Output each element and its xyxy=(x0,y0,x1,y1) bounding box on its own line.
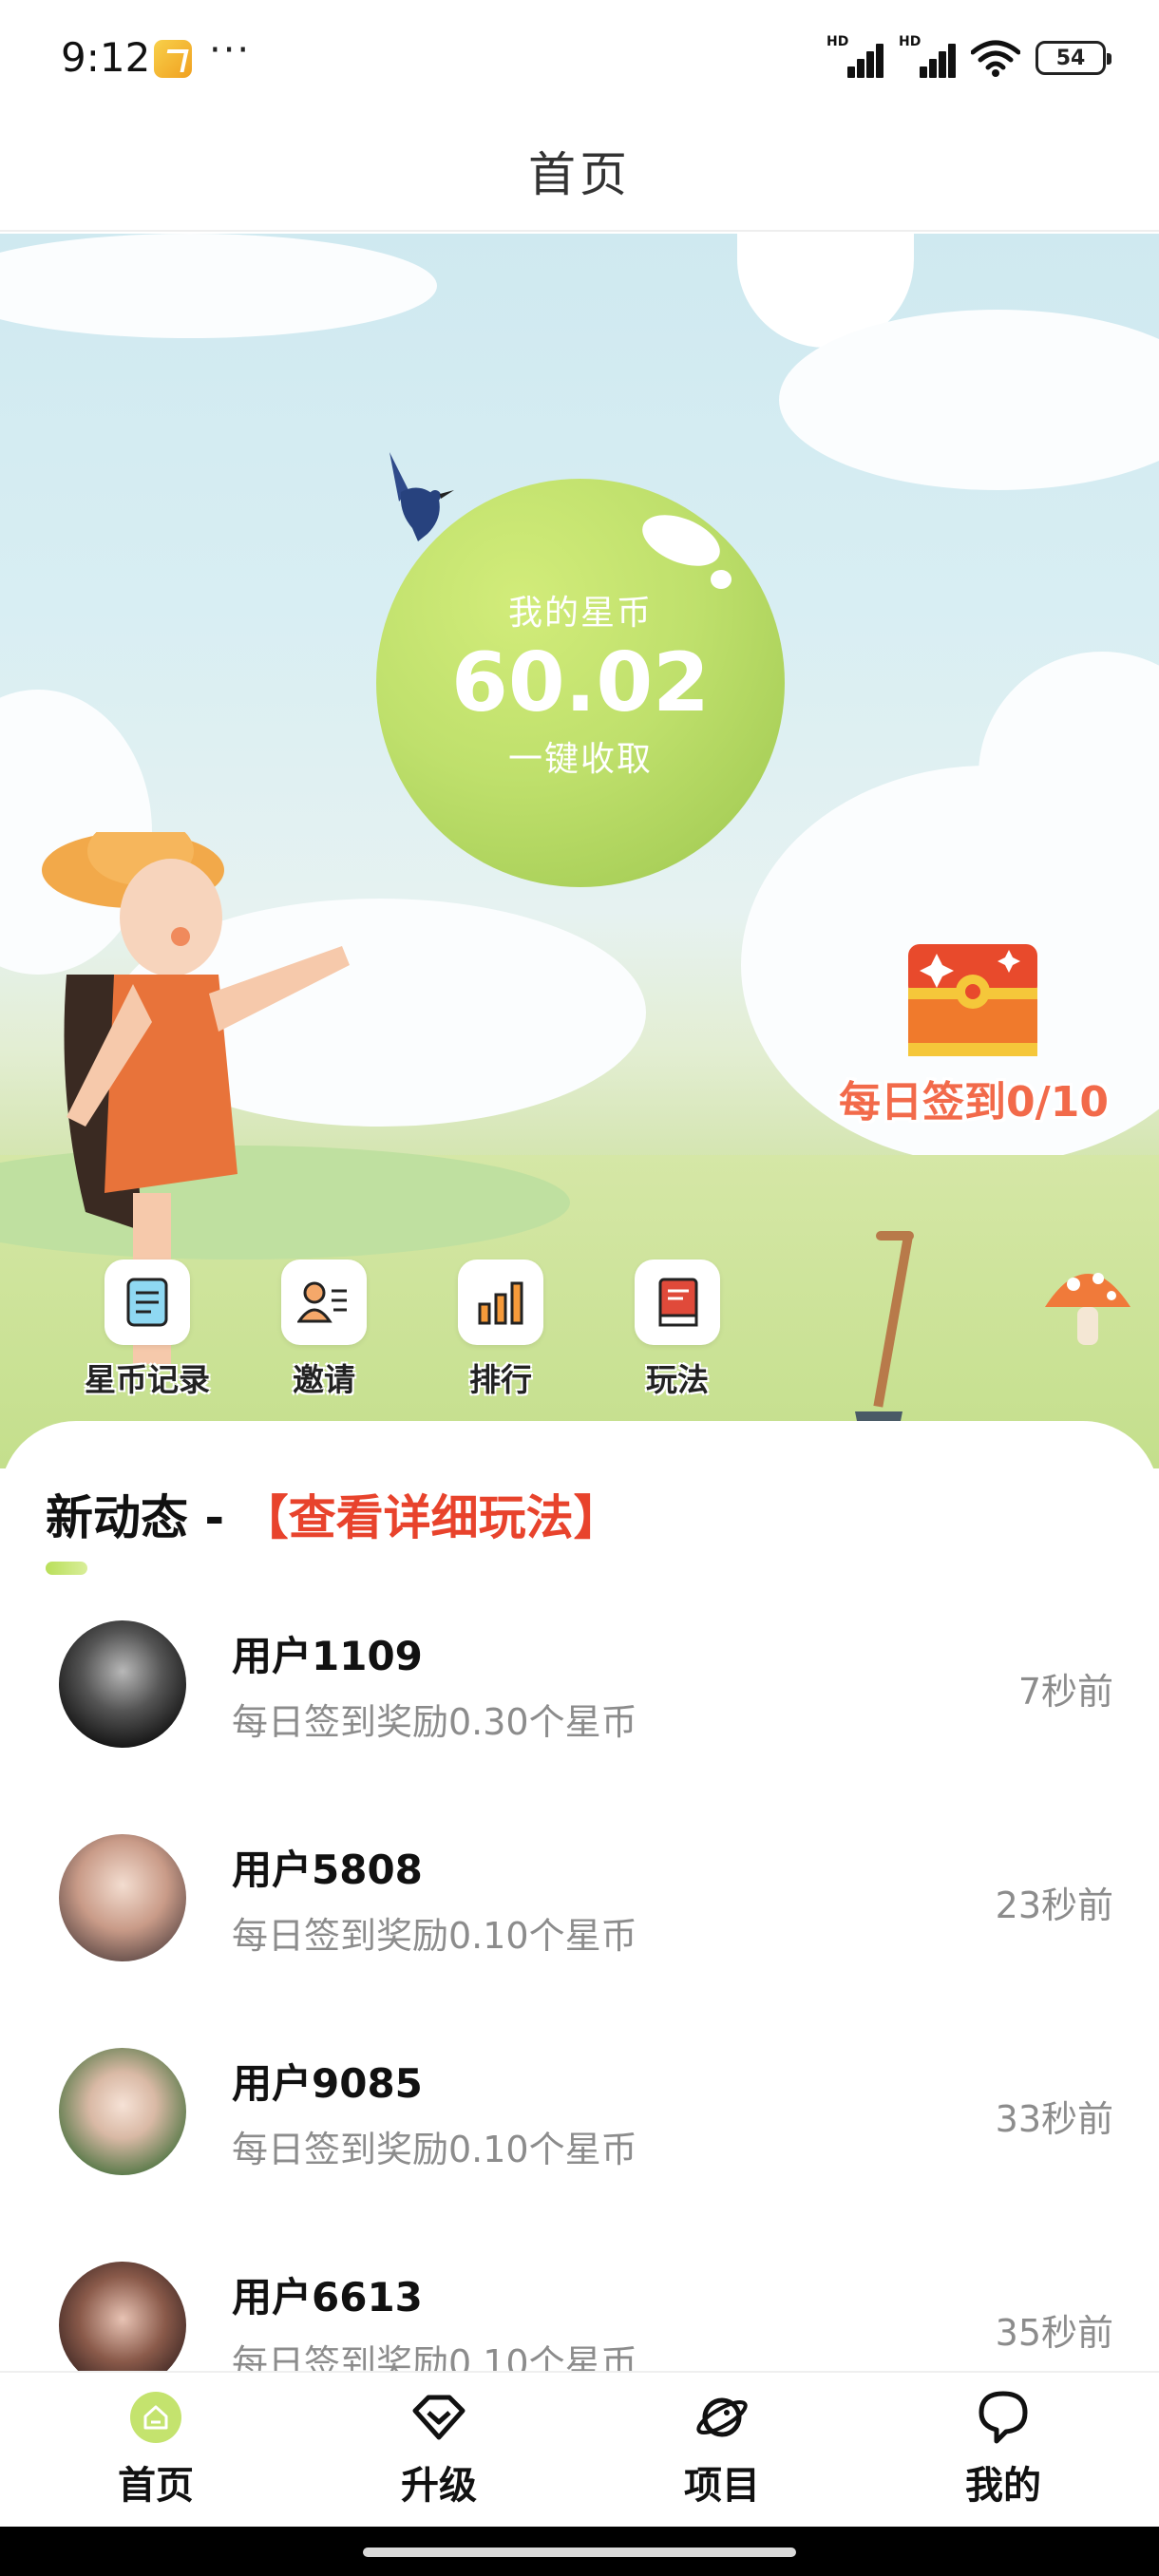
signal-hd-label-2: HD xyxy=(899,34,922,49)
quick-menu-label: 排行 xyxy=(469,1361,532,1398)
book-icon xyxy=(635,1260,720,1345)
planet-icon xyxy=(694,2390,750,2445)
tab-label: 我的 xyxy=(965,2464,1041,2508)
feed-timestamp: 35秒前 xyxy=(995,2312,1113,2354)
user-card-icon xyxy=(281,1260,367,1345)
tab-projects[interactable]: 项目 xyxy=(627,2390,817,2523)
tab-label: 升级 xyxy=(401,2464,477,2508)
feed-title: 新动态 - xyxy=(46,1490,241,1545)
tab-label: 项目 xyxy=(684,2464,760,2508)
diamond-icon xyxy=(411,2390,466,2445)
avatar xyxy=(59,1834,186,1961)
feed-timestamp: 33秒前 xyxy=(995,2098,1113,2140)
feed-username: 用户6613 xyxy=(232,2274,423,2320)
feed-item: 用户9085 每日签到奖励0.10个星币 33秒前 xyxy=(0,2048,1159,2262)
cellular-signal-icon: HD xyxy=(826,34,884,78)
bottom-tab-bar: 首页 升级 项目 我的 xyxy=(0,2371,1159,2527)
home-icon xyxy=(128,2390,183,2445)
feed-header: 新动态 - 【查看详细玩法】 xyxy=(46,1480,621,1548)
tab-home[interactable]: 首页 xyxy=(61,2390,251,2523)
coin-balance: 60.02 xyxy=(450,635,711,730)
feed-timestamp: 7秒前 xyxy=(1017,1671,1113,1713)
wifi-icon xyxy=(970,39,1021,77)
coin-label: 我的星币 xyxy=(507,593,653,633)
quick-menu-label: 邀请 xyxy=(293,1361,355,1398)
coin-records-button[interactable]: 星币记录 xyxy=(66,1260,228,1400)
collect-coins-button[interactable]: 我的星币 60.02 一键收取 xyxy=(376,479,785,887)
feed-item: 用户6613 每日签到奖励0.10个星币 35秒前 xyxy=(0,2262,1159,2371)
feed-description: 每日签到奖励0.10个星币 xyxy=(232,2342,637,2371)
feed-username: 用户1109 xyxy=(232,1633,423,1679)
feed-username: 用户9085 xyxy=(232,2060,423,2107)
status-indicators: HD HD 54 xyxy=(826,34,1112,80)
tab-upgrade[interactable]: 升级 xyxy=(344,2390,534,2523)
feed-accent-bar xyxy=(46,1562,87,1575)
page-title: 首页 xyxy=(528,147,631,202)
home-indicator[interactable] xyxy=(363,2548,796,2557)
daily-checkin-label: 每日签到0/10 xyxy=(839,1078,1109,1127)
signal-hd-label: HD xyxy=(826,34,849,49)
battery-level: 54 xyxy=(1055,46,1086,70)
tab-label: 首页 xyxy=(118,2464,194,2508)
how-to-play-button[interactable]: 玩法 xyxy=(597,1260,758,1400)
feed-item: 用户1109 每日签到奖励0.30个星币 7秒前 xyxy=(0,1620,1159,1834)
nav-header: 首页 xyxy=(0,112,1159,232)
battery-icon: 54 xyxy=(1036,41,1112,75)
quick-menu-label: 玩法 xyxy=(646,1361,709,1398)
avatar xyxy=(59,2048,186,2175)
status-bar: 9:12 ··· HD HD 54 xyxy=(0,0,1159,112)
chat-bubble-icon xyxy=(976,2390,1031,2445)
view-rules-link[interactable]: 【查看详细玩法】 xyxy=(241,1490,621,1545)
ranking-button[interactable]: 排行 xyxy=(420,1260,581,1400)
daily-checkin-button[interactable]: 每日签到0/10 xyxy=(826,937,1121,1146)
feed-description: 每日签到奖励0.10个星币 xyxy=(232,2129,637,2170)
more-notifications-icon: ··· xyxy=(209,28,252,72)
document-list-icon xyxy=(104,1260,190,1345)
status-time: 9:12 xyxy=(61,34,151,81)
cloud-illustration xyxy=(0,234,437,338)
activity-feed: 新动态 - 【查看详细玩法】 用户1109 每日签到奖励0.30个星币 7秒前 … xyxy=(0,1421,1159,2371)
feed-description: 每日签到奖励0.10个星币 xyxy=(232,1915,637,1957)
invite-button[interactable]: 邀请 xyxy=(243,1260,405,1400)
avatar xyxy=(59,2262,186,2371)
quick-menu-label: 星币记录 xyxy=(85,1361,210,1398)
mushroom-illustration xyxy=(1045,1273,1130,1345)
collect-all-label: 一键收取 xyxy=(507,740,653,780)
cellular-signal-icon-2: HD xyxy=(899,34,956,78)
feed-username: 用户5808 xyxy=(232,1847,423,1893)
feed-item: 用户5808 每日签到奖励0.10个星币 23秒前 xyxy=(0,1834,1159,2048)
feed-description: 每日签到奖励0.30个星币 xyxy=(232,1701,637,1743)
tab-profile[interactable]: 我的 xyxy=(908,2390,1098,2523)
bar-chart-icon xyxy=(458,1260,543,1345)
quick-menu: 星币记录 邀请 排行 玩法 xyxy=(66,1260,808,1402)
treasure-chest-icon xyxy=(908,944,1037,1056)
avatar xyxy=(59,1620,186,1748)
feed-timestamp: 23秒前 xyxy=(995,1885,1113,1926)
app-notification-icon xyxy=(154,40,192,78)
hero-banner: 我的星币 60.02 一键收取 每日签到0/10 星币记录 邀请 排行 玩法 xyxy=(0,234,1159,1468)
